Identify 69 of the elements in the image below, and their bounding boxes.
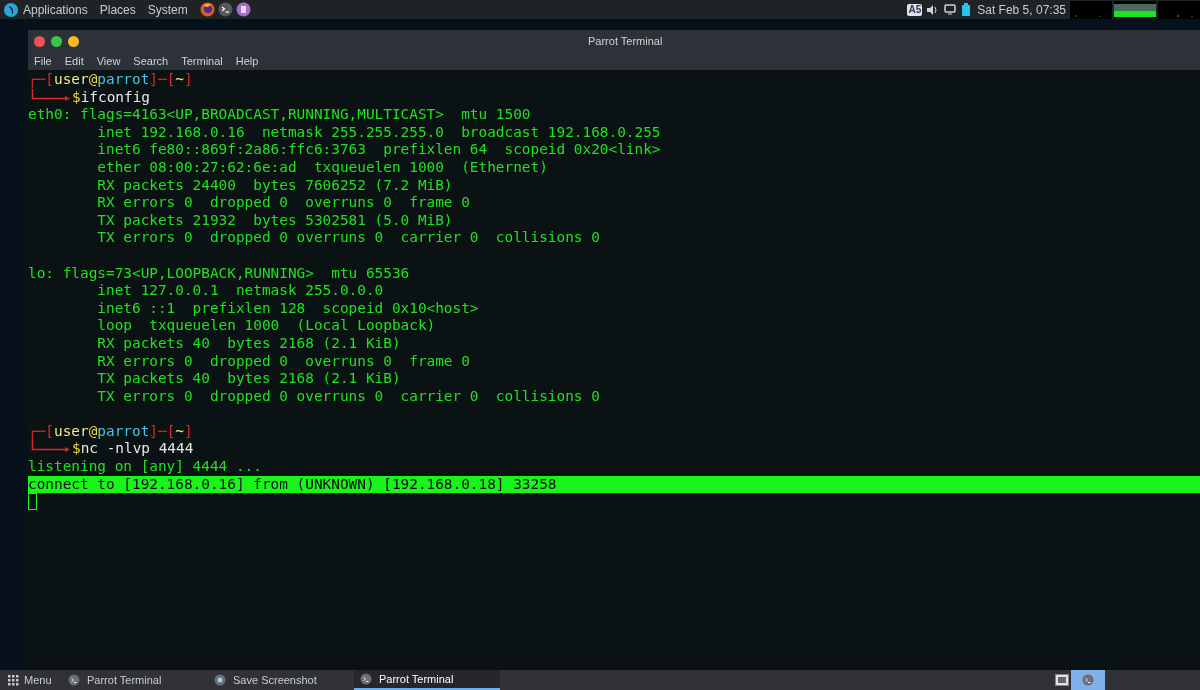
terminal-icon[interactable] bbox=[217, 2, 233, 17]
prompt-bracket: ]─[ bbox=[149, 71, 176, 89]
prompt-host: parrot bbox=[97, 422, 150, 441]
taskbar-task[interactable]: Parrot Terminal bbox=[354, 670, 500, 690]
menu-item[interactable]: File bbox=[34, 52, 52, 70]
output-line: loop txqueuelen 1000 (Local Loopback) bbox=[96, 317, 436, 335]
minimize-button[interactable] bbox=[68, 35, 79, 47]
prompt-dir: ~ bbox=[175, 422, 184, 441]
menu-item[interactable]: Search bbox=[133, 52, 169, 70]
text-editor-icon[interactable] bbox=[235, 2, 251, 17]
terminal-icon bbox=[1082, 674, 1094, 686]
output-line: lo: flags=73<UP,LOOPBACK,RUNNING> mtu 65536 bbox=[28, 264, 410, 283]
output-line: ether 08:00:27:62:6e:ad txqueuelen 1000 (Ethernet) bbox=[96, 158, 548, 177]
prompt-user: user bbox=[54, 422, 89, 441]
output-line: inet6 fe80::869f:2a86:ffc6:3763 prefixlen 64 scopeid 0x20<link> bbox=[96, 141, 661, 159]
prompt-bracket: ┌─[ bbox=[28, 422, 54, 441]
text-cursor bbox=[28, 493, 37, 511]
menu-item[interactable]: View bbox=[96, 52, 121, 70]
volume-icon[interactable] bbox=[926, 3, 939, 16]
command-text: ifconfig bbox=[80, 88, 150, 107]
output-line: RX packets 24400 bytes 7606252 (7.2 MiB) bbox=[96, 176, 453, 195]
output-line: eth0: flags=4163<UP,BROADCAST,RUNNING,MULTICAST> mtu 1500 bbox=[28, 106, 531, 124]
output-line: RX packets 40 bytes 2168 (2.1 KiB) bbox=[96, 334, 401, 353]
panel-menu[interactable]: System bbox=[147, 0, 188, 19]
monitor-icon[interactable] bbox=[944, 4, 957, 15]
taskbar-task[interactable]: Parrot Terminal bbox=[62, 670, 208, 690]
prompt-bracket: ]─[ bbox=[149, 422, 176, 441]
clock[interactable]: Sat Feb 5, 07:35 bbox=[977, 0, 1066, 19]
prompt-at: @ bbox=[88, 71, 98, 89]
output-line: inet 192.168.0.16 netmask 255.255.255.0 broadcast 192.168.0.255 bbox=[96, 123, 661, 142]
prompt-bracket: ] bbox=[184, 71, 193, 89]
menu-item[interactable]: Terminal bbox=[181, 52, 223, 70]
menu-item[interactable]: Edit bbox=[64, 52, 84, 70]
menu-button[interactable]: Menu bbox=[0, 670, 62, 690]
output-line: TX errors 0 dropped 0 overruns 0 carrier 0 collisions 0 bbox=[96, 387, 600, 406]
window-title: Parrot Terminal bbox=[588, 33, 663, 49]
panel-menu[interactable]: Places bbox=[99, 0, 136, 19]
prompt-at: @ bbox=[88, 422, 98, 441]
output-line: TX errors 0 dropped 0 overruns 0 carrier 0 collisions 0 bbox=[96, 229, 600, 247]
prompt-dollar: $ bbox=[72, 440, 81, 459]
output-line: listening on [any] 4444 ... bbox=[28, 458, 262, 476]
browser-icon[interactable] bbox=[199, 2, 215, 17]
menu-item[interactable]: Help bbox=[235, 52, 259, 70]
output-line: inet6 ::1 prefixlen 128 scopeid 0x10<host> bbox=[96, 299, 479, 318]
workspace-icon[interactable] bbox=[1055, 674, 1069, 686]
prompt-bracket: ] bbox=[184, 422, 193, 441]
terminal-icon bbox=[68, 674, 80, 686]
battery-icon[interactable] bbox=[962, 3, 971, 16]
prompt-dir: ~ bbox=[175, 71, 184, 89]
output-line: TX packets 21932 bytes 5302581 (5.0 MiB) bbox=[96, 211, 453, 230]
output-line: inet 127.0.0.1 netmask 255.0.0.0 bbox=[96, 282, 384, 300]
camera-icon bbox=[214, 674, 226, 686]
prompt-bracket: ┌─[ bbox=[28, 71, 54, 89]
prompt-host: parrot bbox=[97, 71, 150, 89]
grid-icon bbox=[8, 674, 19, 686]
terminal-icon bbox=[360, 673, 372, 685]
panel-menu[interactable]: Applications bbox=[23, 0, 88, 19]
output-line: TX packets 40 bytes 2168 (2.1 KiB) bbox=[96, 370, 401, 388]
prompt-dollar: $ bbox=[72, 88, 81, 107]
command-text: nc -nlvp 4444 bbox=[80, 440, 194, 459]
close-button[interactable] bbox=[34, 35, 45, 47]
output-line: RX errors 0 dropped 0 overruns 0 frame 0 bbox=[96, 194, 470, 212]
memory-graph-drawing[interactable] bbox=[1114, 0, 1156, 19]
taskbar-task[interactable]: Save Screenshot bbox=[208, 670, 354, 690]
prompt-user: user bbox=[54, 71, 89, 89]
keyboard-layout-indicator[interactable]: A5 bbox=[907, 3, 923, 16]
maximize-button[interactable] bbox=[51, 35, 62, 47]
output-line: RX errors 0 dropped 0 overruns 0 frame 0 bbox=[96, 352, 470, 371]
parrot-logo-icon[interactable] bbox=[4, 2, 18, 17]
